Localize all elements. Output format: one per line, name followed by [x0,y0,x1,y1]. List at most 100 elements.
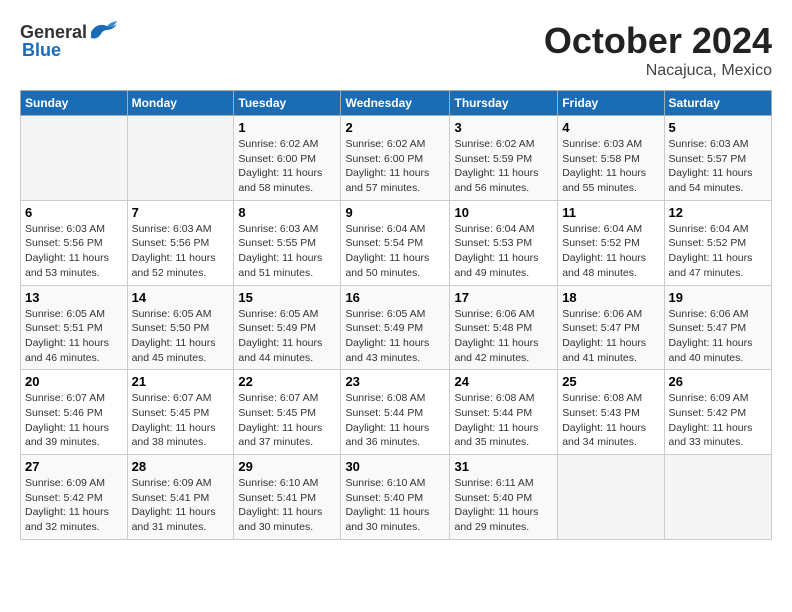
calendar-day-cell: 24 Sunrise: 6:08 AM Sunset: 5:44 PM Dayl… [450,370,558,455]
calendar-day-cell: 21 Sunrise: 6:07 AM Sunset: 5:45 PM Dayl… [127,370,234,455]
day-info: Sunrise: 6:11 AM Sunset: 5:40 PM Dayligh… [454,476,553,535]
weekday-header: Monday [127,91,234,116]
day-info: Sunrise: 6:03 AM Sunset: 5:57 PM Dayligh… [669,137,767,196]
title-area: October 2024 Nacajuca, Mexico [544,20,772,80]
calendar-day-cell: 3 Sunrise: 6:02 AM Sunset: 5:59 PM Dayli… [450,116,558,201]
location-title: Nacajuca, Mexico [544,62,772,80]
day-info: Sunrise: 6:03 AM Sunset: 5:56 PM Dayligh… [25,222,123,281]
calendar-day-cell [664,455,771,540]
calendar-day-cell: 13 Sunrise: 6:05 AM Sunset: 5:51 PM Dayl… [21,285,128,370]
day-info: Sunrise: 6:08 AM Sunset: 5:43 PM Dayligh… [562,391,659,450]
calendar-day-cell: 26 Sunrise: 6:09 AM Sunset: 5:42 PM Dayl… [664,370,771,455]
day-info: Sunrise: 6:07 AM Sunset: 5:46 PM Dayligh… [25,391,123,450]
day-info: Sunrise: 6:03 AM Sunset: 5:56 PM Dayligh… [132,222,230,281]
calendar-day-cell [558,455,664,540]
calendar-day-cell: 9 Sunrise: 6:04 AM Sunset: 5:54 PM Dayli… [341,200,450,285]
day-number: 4 [562,120,659,135]
logo-blue-text: Blue [22,40,61,61]
logo: General Blue [20,20,119,61]
calendar-day-cell: 11 Sunrise: 6:04 AM Sunset: 5:52 PM Dayl… [558,200,664,285]
day-number: 10 [454,205,553,220]
calendar-day-cell: 4 Sunrise: 6:03 AM Sunset: 5:58 PM Dayli… [558,116,664,201]
calendar-header-row: SundayMondayTuesdayWednesdayThursdayFrid… [21,91,772,116]
day-info: Sunrise: 6:02 AM Sunset: 6:00 PM Dayligh… [238,137,336,196]
calendar-day-cell: 31 Sunrise: 6:11 AM Sunset: 5:40 PM Dayl… [450,455,558,540]
day-info: Sunrise: 6:07 AM Sunset: 5:45 PM Dayligh… [132,391,230,450]
calendar-day-cell: 8 Sunrise: 6:03 AM Sunset: 5:55 PM Dayli… [234,200,341,285]
day-info: Sunrise: 6:05 AM Sunset: 5:49 PM Dayligh… [345,307,445,366]
calendar-day-cell: 12 Sunrise: 6:04 AM Sunset: 5:52 PM Dayl… [664,200,771,285]
calendar-week-row: 1 Sunrise: 6:02 AM Sunset: 6:00 PM Dayli… [21,116,772,201]
calendar-day-cell: 30 Sunrise: 6:10 AM Sunset: 5:40 PM Dayl… [341,455,450,540]
day-info: Sunrise: 6:05 AM Sunset: 5:49 PM Dayligh… [238,307,336,366]
logo-bird-icon [89,20,119,44]
day-number: 28 [132,459,230,474]
day-info: Sunrise: 6:06 AM Sunset: 5:48 PM Dayligh… [454,307,553,366]
calendar-day-cell: 16 Sunrise: 6:05 AM Sunset: 5:49 PM Dayl… [341,285,450,370]
day-number: 8 [238,205,336,220]
weekday-header: Thursday [450,91,558,116]
weekday-header: Tuesday [234,91,341,116]
day-number: 29 [238,459,336,474]
day-number: 30 [345,459,445,474]
calendar-day-cell: 15 Sunrise: 6:05 AM Sunset: 5:49 PM Dayl… [234,285,341,370]
calendar-day-cell: 17 Sunrise: 6:06 AM Sunset: 5:48 PM Dayl… [450,285,558,370]
day-info: Sunrise: 6:08 AM Sunset: 5:44 PM Dayligh… [345,391,445,450]
calendar-day-cell: 1 Sunrise: 6:02 AM Sunset: 6:00 PM Dayli… [234,116,341,201]
day-number: 17 [454,290,553,305]
day-number: 2 [345,120,445,135]
day-number: 11 [562,205,659,220]
calendar-day-cell: 10 Sunrise: 6:04 AM Sunset: 5:53 PM Dayl… [450,200,558,285]
calendar-week-row: 20 Sunrise: 6:07 AM Sunset: 5:46 PM Dayl… [21,370,772,455]
day-number: 6 [25,205,123,220]
calendar-day-cell [127,116,234,201]
day-number: 14 [132,290,230,305]
day-number: 15 [238,290,336,305]
calendar-day-cell: 6 Sunrise: 6:03 AM Sunset: 5:56 PM Dayli… [21,200,128,285]
day-number: 25 [562,374,659,389]
calendar-day-cell: 20 Sunrise: 6:07 AM Sunset: 5:46 PM Dayl… [21,370,128,455]
calendar-week-row: 6 Sunrise: 6:03 AM Sunset: 5:56 PM Dayli… [21,200,772,285]
calendar-day-cell: 5 Sunrise: 6:03 AM Sunset: 5:57 PM Dayli… [664,116,771,201]
day-number: 26 [669,374,767,389]
calendar-day-cell: 2 Sunrise: 6:02 AM Sunset: 6:00 PM Dayli… [341,116,450,201]
day-info: Sunrise: 6:02 AM Sunset: 5:59 PM Dayligh… [454,137,553,196]
day-number: 22 [238,374,336,389]
day-info: Sunrise: 6:09 AM Sunset: 5:41 PM Dayligh… [132,476,230,535]
calendar-day-cell: 25 Sunrise: 6:08 AM Sunset: 5:43 PM Dayl… [558,370,664,455]
day-number: 18 [562,290,659,305]
day-number: 23 [345,374,445,389]
day-number: 9 [345,205,445,220]
month-title: October 2024 [544,20,772,62]
day-info: Sunrise: 6:05 AM Sunset: 5:51 PM Dayligh… [25,307,123,366]
calendar-day-cell: 19 Sunrise: 6:06 AM Sunset: 5:47 PM Dayl… [664,285,771,370]
day-info: Sunrise: 6:10 AM Sunset: 5:40 PM Dayligh… [345,476,445,535]
day-number: 5 [669,120,767,135]
day-info: Sunrise: 6:04 AM Sunset: 5:53 PM Dayligh… [454,222,553,281]
day-info: Sunrise: 6:02 AM Sunset: 6:00 PM Dayligh… [345,137,445,196]
day-number: 16 [345,290,445,305]
calendar-week-row: 13 Sunrise: 6:05 AM Sunset: 5:51 PM Dayl… [21,285,772,370]
calendar-day-cell: 18 Sunrise: 6:06 AM Sunset: 5:47 PM Dayl… [558,285,664,370]
day-info: Sunrise: 6:04 AM Sunset: 5:52 PM Dayligh… [562,222,659,281]
calendar-day-cell: 27 Sunrise: 6:09 AM Sunset: 5:42 PM Dayl… [21,455,128,540]
day-number: 27 [25,459,123,474]
day-info: Sunrise: 6:03 AM Sunset: 5:55 PM Dayligh… [238,222,336,281]
page-header: General Blue October 2024 Nacajuca, Mexi… [20,20,772,80]
day-info: Sunrise: 6:09 AM Sunset: 5:42 PM Dayligh… [669,391,767,450]
day-number: 20 [25,374,123,389]
day-number: 13 [25,290,123,305]
day-info: Sunrise: 6:09 AM Sunset: 5:42 PM Dayligh… [25,476,123,535]
weekday-header: Wednesday [341,91,450,116]
day-info: Sunrise: 6:05 AM Sunset: 5:50 PM Dayligh… [132,307,230,366]
weekday-header: Saturday [664,91,771,116]
day-number: 24 [454,374,553,389]
day-info: Sunrise: 6:08 AM Sunset: 5:44 PM Dayligh… [454,391,553,450]
day-number: 3 [454,120,553,135]
day-number: 1 [238,120,336,135]
day-number: 31 [454,459,553,474]
day-number: 19 [669,290,767,305]
calendar-day-cell: 29 Sunrise: 6:10 AM Sunset: 5:41 PM Dayl… [234,455,341,540]
day-info: Sunrise: 6:04 AM Sunset: 5:54 PM Dayligh… [345,222,445,281]
day-info: Sunrise: 6:07 AM Sunset: 5:45 PM Dayligh… [238,391,336,450]
